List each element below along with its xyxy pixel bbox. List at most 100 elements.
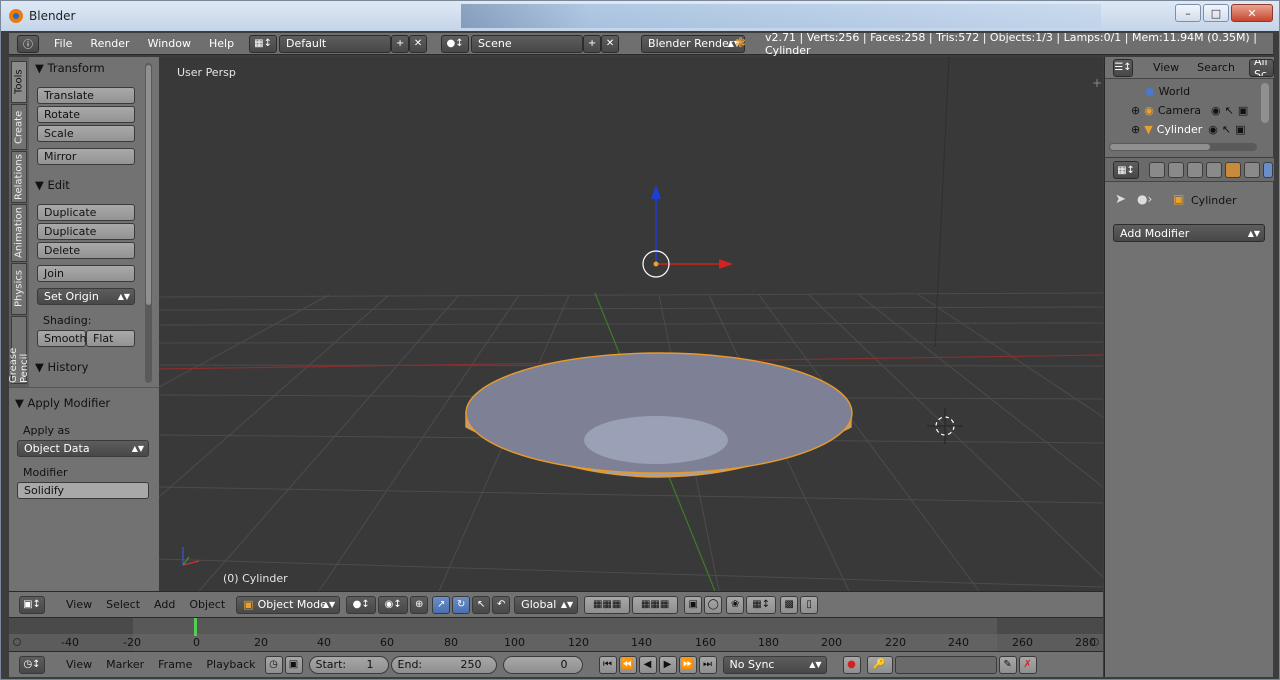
current-frame-field[interactable]: 0 [502,655,583,674]
timeline-scroll-handle[interactable] [13,638,21,646]
close-button[interactable]: ✕ [1231,4,1273,22]
snap-toggle-icon[interactable]: ❀ [726,595,745,614]
tab-create[interactable]: Create [11,104,27,150]
play-reverse-icon[interactable]: ◀ [638,655,657,674]
outliner-search-menu[interactable]: Search [1197,61,1235,74]
opengl-render-icon[interactable]: ▩ [780,595,799,614]
menu-render[interactable]: Render [81,37,138,50]
record-icon[interactable]: ● [842,655,861,674]
screen-layout-icon[interactable]: ▦↕ [249,34,278,53]
operator-panel-header[interactable]: ▼ Apply Modifier [15,396,110,410]
viewport-expand-icon[interactable]: + [1092,76,1102,90]
jump-to-end-icon[interactable]: ⏭ [698,655,717,674]
outliner-hscrollbar[interactable] [1109,143,1257,151]
timeline[interactable]: -40 -20 0 20 40 60 80 100 120 140 160 18… [9,617,1103,652]
render-tab-icon[interactable] [1149,162,1165,178]
tab-grease-pencil[interactable]: Grease Pencil [8,316,30,384]
editor-type-outliner-icon[interactable]: ☰↕ [1113,58,1134,77]
tab-tools[interactable]: Tools [11,61,27,103]
scene-layers-second-icon[interactable]: ▦▦▦ [632,595,679,614]
play-icon[interactable]: ▶ [658,655,677,674]
screen-layout-field[interactable]: Default [279,34,392,53]
transform-manipulator[interactable] [642,185,733,278]
manipulator-toggle-icon[interactable]: ⊕ [410,595,429,614]
sync-mode-dropdown[interactable]: No Sync ▲▼ [722,655,827,674]
proportional-edit-icon[interactable]: ◯ [704,595,723,614]
view-menu[interactable]: View [59,598,99,611]
keying-set-icon[interactable]: 🔑 [866,655,893,674]
smooth-button[interactable]: Smooth [37,330,86,347]
add-layout-button[interactable]: + [391,34,410,53]
expand-icon[interactable]: ⊕ [1131,104,1140,117]
translate-button[interactable]: Translate [37,87,135,104]
modifiers-tab-icon[interactable] [1263,162,1273,178]
history-panel-header[interactable]: ▼ History [35,360,88,374]
pin-icon[interactable]: ➤ [1115,192,1126,207]
menu-file[interactable]: File [45,37,81,50]
rotate-button[interactable]: Rotate [37,106,135,123]
join-button[interactable]: Join [37,265,135,282]
render-camera-icon[interactable]: ▣ [1235,123,1245,136]
lock-layers-icon[interactable]: ▣ [684,595,703,614]
jump-to-keyframe-back-icon[interactable]: ⏪ [618,655,637,674]
keying-set-field[interactable] [894,655,997,674]
outliner-item-cylinder[interactable]: ⊕ ▼ Cylinder ◉ ↖ ▣ [1131,123,1245,136]
object-tab-icon[interactable] [1225,162,1241,178]
tab-relations[interactable]: Relations [11,151,27,203]
scene-tab-icon[interactable] [1187,162,1203,178]
add-modifier-dropdown[interactable]: Add Modifier ▲▼ [1113,224,1265,242]
editor-type-info-button[interactable]: ⓘ [17,34,39,53]
add-scene-button[interactable]: + [583,34,602,53]
interaction-mode-dropdown[interactable]: ▣ Object Mode ▲▼ [236,595,341,614]
constraints-tab-icon[interactable] [1244,162,1260,178]
remove-scene-button[interactable]: ✕ [601,34,620,53]
visibility-eye-icon[interactable]: ◉ [1208,123,1218,136]
menu-window[interactable]: Window [139,37,200,50]
set-origin-dropdown[interactable]: Set Origin ▲▼ [37,288,135,305]
tool-shelf-scrollbar[interactable] [145,63,152,383]
flat-button[interactable]: Flat [86,330,135,347]
select-menu[interactable]: Select [99,598,147,611]
mirror-button[interactable]: Mirror [37,148,135,165]
preview-range-icon[interactable]: ◷ [264,655,283,674]
viewport-shading-icon[interactable]: ●↕ [346,595,377,614]
timeline-playback-menu[interactable]: Playback [199,658,262,671]
delete-button[interactable]: Delete [37,242,135,259]
timeline-frame-menu[interactable]: Frame [151,658,199,671]
end-frame-field[interactable]: End: 250 [390,655,497,674]
scene-field[interactable]: Scene [471,34,584,53]
remove-layout-button[interactable]: ✕ [409,34,428,53]
outliner-view-menu[interactable]: View [1153,61,1179,74]
modifier-field[interactable]: Solidify [17,482,149,499]
outliner-item-world[interactable]: ● World [1145,85,1190,98]
transform-panel-header[interactable]: ▼ Transform [35,61,105,75]
outliner-vscrollbar[interactable] [1261,83,1269,123]
select-arrow-icon[interactable]: ↖ [1225,104,1234,117]
scale-button[interactable]: Scale [37,125,135,142]
rotate-icon[interactable]: ↶ [492,595,511,614]
select-arrow-icon[interactable]: ↖ [1222,123,1231,136]
visibility-eye-icon[interactable]: ◉ [1211,104,1221,117]
current-frame-indicator[interactable] [194,618,197,636]
render-engine-dropdown[interactable]: Blender Render ▲▼ [641,34,746,53]
editor-type-timeline-icon[interactable]: ◷↕ [19,655,45,674]
3d-viewport[interactable]: + User Persp (0) Cylinder [159,57,1103,591]
scale-manipulator-icon[interactable]: ↖ [472,595,491,614]
jump-to-start-icon[interactable]: ⏮ [598,655,617,674]
transform-orientation-dropdown[interactable]: Global ▲▼ [514,595,579,614]
menu-help[interactable]: Help [200,37,243,50]
start-frame-field[interactable]: Start: 1 [308,655,389,674]
edit-panel-header[interactable]: ▼ Edit [35,178,70,192]
rotate-manipulator-icon[interactable]: ↻ [452,595,471,614]
jump-to-keyframe-forward-icon[interactable]: ⏩ [678,655,697,674]
pivot-point-icon[interactable]: ◉↕ [378,595,409,614]
render-camera-icon[interactable]: ▣ [1238,104,1248,117]
editor-type-properties-icon[interactable]: ▦↕ [1113,161,1139,179]
expand-icon[interactable]: ⊕ [1131,123,1140,136]
snap-element-icon[interactable]: ▦↕ [746,595,777,614]
lock-time-icon[interactable]: ▣ [284,655,303,674]
render-layers-tab-icon[interactable] [1168,162,1184,178]
duplicate-button[interactable]: Duplicate [37,204,135,221]
cylinder-bowl-mesh[interactable] [465,352,853,478]
tab-physics[interactable]: Physics [11,263,27,315]
